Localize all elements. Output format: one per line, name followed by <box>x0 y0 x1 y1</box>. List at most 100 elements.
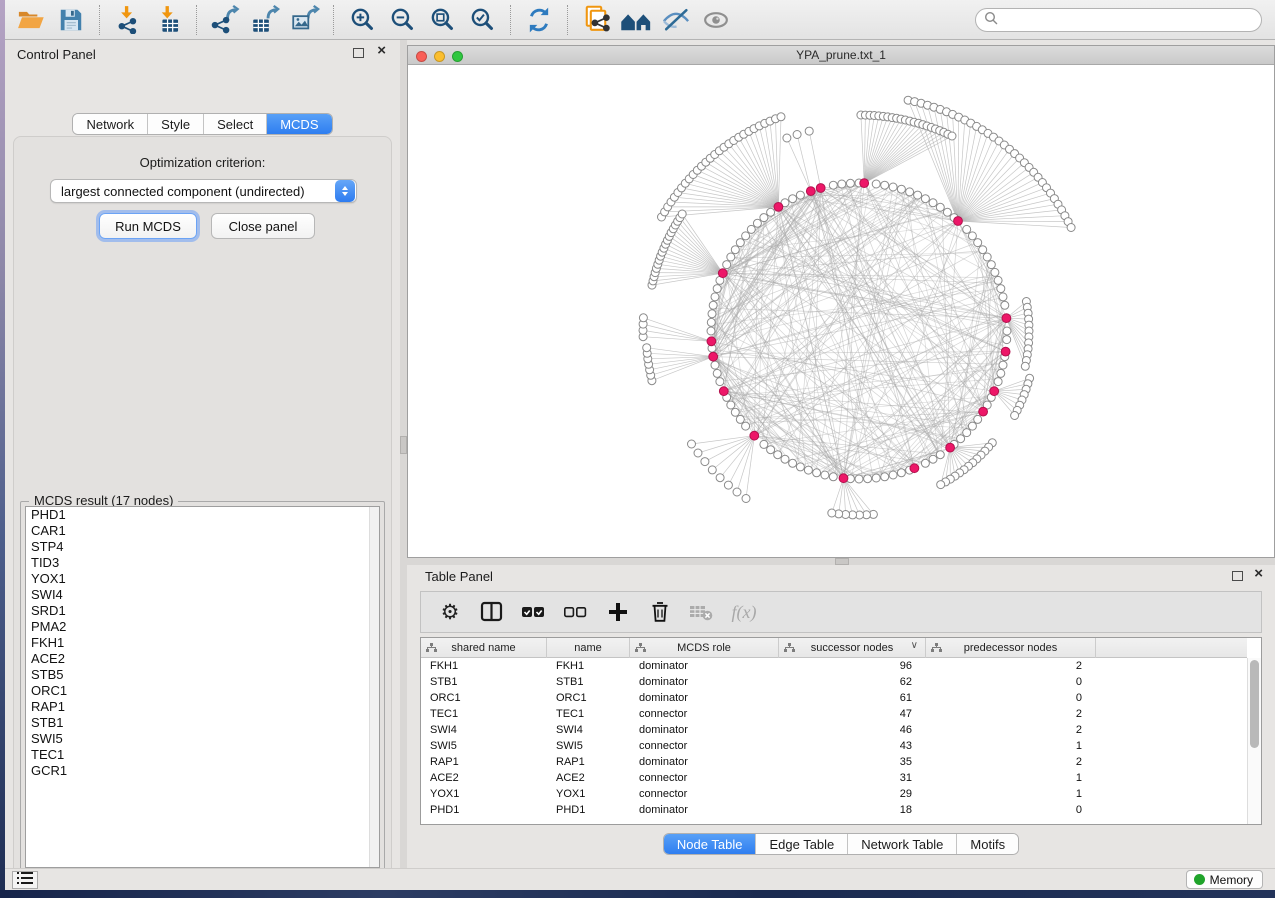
zoom-in-icon[interactable] <box>345 4 379 36</box>
table-row[interactable]: SWI4SWI4dominator462 <box>421 722 1247 738</box>
open-icon[interactable] <box>14 4 48 36</box>
optimization-criterion-select[interactable]: largest connected component (undirected) <box>50 179 357 203</box>
result-node-item[interactable]: GCR1 <box>26 763 379 779</box>
result-node-item[interactable]: PMA2 <box>26 619 379 635</box>
table-row[interactable]: YOX1YOX1connector291 <box>421 786 1247 802</box>
refresh-icon[interactable] <box>522 4 556 36</box>
memory-button[interactable]: Memory <box>1186 870 1263 889</box>
save-icon[interactable] <box>54 4 88 36</box>
close-traffic-light[interactable] <box>416 51 427 62</box>
function-builder-icon[interactable]: f(x) <box>727 595 761 629</box>
run-mcds-button[interactable]: Run MCDS <box>99 213 197 239</box>
cell-role: dominator <box>630 690 779 706</box>
horizontal-splitter[interactable] <box>407 558 1275 565</box>
clear-table-icon[interactable] <box>685 595 719 629</box>
cell-successors: 47 <box>779 706 926 722</box>
network-from-file-icon[interactable] <box>579 4 613 36</box>
search-network-icon[interactable] <box>619 4 653 36</box>
vertical-splitter[interactable] <box>400 40 407 868</box>
result-node-item[interactable]: ACE2 <box>26 651 379 667</box>
splitter-grip[interactable] <box>835 558 849 565</box>
splitter-grip[interactable] <box>400 436 407 454</box>
result-node-item[interactable]: STB5 <box>26 667 379 683</box>
maximize-traffic-light[interactable] <box>452 51 463 62</box>
tab-style[interactable]: Style <box>148 114 204 134</box>
table-row[interactable]: ORC1ORC1dominator610 <box>421 690 1247 706</box>
float-window-icon[interactable] <box>353 48 364 58</box>
network-window-titlebar[interactable]: YPA_prune.txt_1 <box>408 46 1274 65</box>
zoom-out-icon[interactable] <box>385 4 419 36</box>
show-details-icon[interactable] <box>699 4 733 36</box>
cell-role: connector <box>630 738 779 754</box>
column-header-shared-name[interactable]: shared name <box>421 638 547 658</box>
zoom-fit-icon[interactable] <box>425 4 459 36</box>
column-header-MCDS-role[interactable]: MCDS role <box>630 638 779 658</box>
table-row[interactable]: TEC1TEC1connector472 <box>421 706 1247 722</box>
result-node-item[interactable]: SWI4 <box>26 587 379 603</box>
zoom-selected-icon[interactable] <box>465 4 499 36</box>
settings-icon[interactable]: ⚙ <box>433 595 467 629</box>
cell-shared_name: PHD1 <box>421 802 547 818</box>
export-table-icon[interactable] <box>248 4 282 36</box>
tab-network-table[interactable]: Network Table <box>848 834 957 854</box>
network-graph[interactable] <box>408 65 1274 557</box>
column-header-successor-nodes[interactable]: successor nodes∨ <box>779 638 926 658</box>
delete-column-icon[interactable] <box>643 595 677 629</box>
column-header-name[interactable]: name <box>547 638 630 658</box>
result-node-item[interactable]: ORC1 <box>26 683 379 699</box>
result-node-item[interactable]: YOX1 <box>26 571 379 587</box>
export-network-icon[interactable] <box>208 4 242 36</box>
cell-name: ORC1 <box>547 690 630 706</box>
search-field[interactable] <box>975 8 1262 32</box>
result-node-item[interactable]: RAP1 <box>26 699 379 715</box>
table-row[interactable]: PHD1PHD1dominator180 <box>421 802 1247 818</box>
network-canvas[interactable] <box>408 65 1274 557</box>
result-node-item[interactable]: PHD1 <box>26 507 379 523</box>
table-row[interactable]: ACE2ACE2connector311 <box>421 770 1247 786</box>
tab-node-table[interactable]: Node Table <box>664 834 757 854</box>
result-node-item[interactable]: SRD1 <box>26 603 379 619</box>
memory-label: Memory <box>1210 873 1253 887</box>
result-node-item[interactable]: STP4 <box>26 539 379 555</box>
select-all-icon[interactable] <box>517 595 551 629</box>
hide-details-icon[interactable] <box>659 4 693 36</box>
result-list-scrollbar[interactable] <box>369 507 379 867</box>
import-table-icon[interactable] <box>151 4 185 36</box>
unselect-all-icon[interactable] <box>559 595 593 629</box>
result-node-item[interactable]: FKH1 <box>26 635 379 651</box>
cell-role: dominator <box>630 658 779 674</box>
table-row[interactable]: STB1STB1dominator620 <box>421 674 1247 690</box>
desktop-wallpaper-bottom <box>0 890 1275 898</box>
import-network-icon[interactable] <box>111 4 145 36</box>
close-icon[interactable]: × <box>377 42 386 60</box>
tab-mcds[interactable]: MCDS <box>267 114 331 134</box>
table-scrollbar[interactable] <box>1247 658 1261 824</box>
tab-network[interactable]: Network <box>73 114 148 134</box>
result-node-item[interactable]: TID3 <box>26 555 379 571</box>
table-row[interactable]: RAP1RAP1dominator352 <box>421 754 1247 770</box>
table-body: FKH1FKH1dominator962STB1STB1dominator620… <box>421 658 1247 824</box>
column-header-predecessor-nodes[interactable]: predecessor nodes <box>926 638 1096 658</box>
result-node-item[interactable]: STB1 <box>26 715 379 731</box>
mcds-result-list[interactable]: PHD1CAR1STP4TID3YOX1SWI4SRD1PMA2FKH1ACE2… <box>25 506 380 868</box>
columns-icon[interactable] <box>475 595 509 629</box>
table-row[interactable]: SWI5SWI5connector431 <box>421 738 1247 754</box>
tab-select[interactable]: Select <box>204 114 267 134</box>
table-row[interactable]: FKH1FKH1dominator962 <box>421 658 1247 674</box>
export-image-icon[interactable] <box>288 4 322 36</box>
cell-successors: 31 <box>779 770 926 786</box>
result-node-item[interactable]: CAR1 <box>26 523 379 539</box>
tab-edge-table[interactable]: Edge Table <box>756 834 848 854</box>
result-node-item[interactable]: TEC1 <box>26 747 379 763</box>
cell-shared_name: ORC1 <box>421 690 547 706</box>
result-node-item[interactable]: SWI5 <box>26 731 379 747</box>
close-icon[interactable]: × <box>1254 565 1263 583</box>
minimize-traffic-light[interactable] <box>434 51 445 62</box>
task-history-button[interactable] <box>12 871 38 889</box>
tab-motifs[interactable]: Motifs <box>957 834 1018 854</box>
float-window-icon[interactable] <box>1232 571 1243 581</box>
scrollbar-thumb[interactable] <box>1250 660 1259 748</box>
search-input[interactable] <box>998 10 1261 30</box>
add-column-icon[interactable] <box>601 595 635 629</box>
close-panel-button[interactable]: Close panel <box>211 213 315 239</box>
